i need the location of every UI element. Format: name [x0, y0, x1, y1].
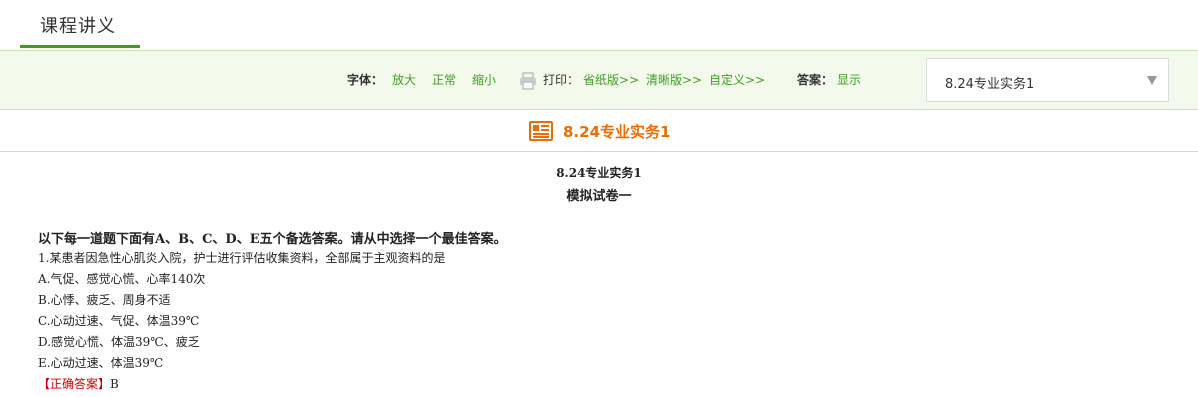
- lecture-select-value: 8.24专业实务1: [945, 77, 1035, 92]
- instruction-text: 以下每一道题下面有A、B、C、D、E五个备选答案。请从中选择一个最佳答案。: [38, 232, 507, 247]
- option-b: B.心悸、疲乏、周身不适: [38, 293, 171, 307]
- font-label: 字体：: [347, 73, 384, 87]
- font-small-link[interactable]: 缩小: [472, 73, 496, 87]
- print-label: 打印：: [543, 73, 580, 87]
- chevron-down-icon: [1147, 76, 1157, 85]
- answer-value: B: [110, 377, 119, 391]
- document-content: 8.24专业实务1 模拟试卷一 以下每一道题下面有A、B、C、D、E五个备选答案…: [0, 152, 1198, 397]
- header: 课程讲义: [0, 0, 1198, 50]
- printer-icon: [520, 72, 536, 90]
- lecture-banner: 8.24专业实务1: [0, 110, 1198, 152]
- document-subheading: 模拟试卷一: [566, 189, 632, 204]
- font-large-link[interactable]: 放大: [392, 73, 416, 87]
- print-custom-link[interactable]: 自定义>>: [709, 73, 765, 87]
- question-text: 1.某患者因急性心肌炎入院，护士进行评估收集资料，全部属于主观资料的是: [38, 251, 446, 265]
- title-underline: [20, 45, 140, 48]
- answer-line: 【正确答案】B: [38, 375, 119, 392]
- print-clear-link[interactable]: 清晰版>>: [646, 73, 702, 87]
- option-c: C.心动过速、气促、体温39℃: [38, 314, 200, 328]
- answer-tag: 【正确答案】: [38, 377, 111, 391]
- document-heading: 8.24专业实务1: [556, 166, 642, 180]
- option-a: A.气促、感觉心慌、心率140次: [38, 272, 206, 286]
- lecture-select[interactable]: 8.24专业实务1: [926, 58, 1169, 102]
- option-e: E.心动过速、体温39℃: [38, 356, 164, 370]
- option-d: D.感觉心慌、体温39℃、疲乏: [38, 335, 200, 349]
- answer-label: 答案：: [797, 73, 834, 87]
- newspaper-icon: [529, 121, 553, 141]
- toolbar: 字体： 放大 正常 缩小 打印： 省纸版>> 清晰版>> 自定义>> 答案： 显…: [0, 50, 1198, 110]
- banner-title: 8.24专业实务1: [563, 123, 671, 141]
- answer-show-link[interactable]: 显示: [837, 73, 861, 87]
- print-save-link[interactable]: 省纸版>>: [583, 73, 639, 87]
- page-title: 课程讲义: [40, 16, 116, 37]
- font-normal-link[interactable]: 正常: [432, 73, 456, 87]
